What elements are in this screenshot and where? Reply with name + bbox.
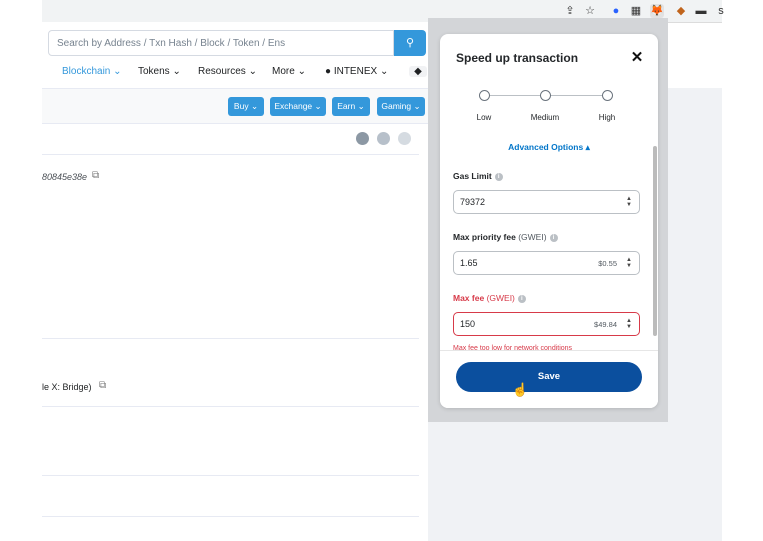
bridge-label: le X: Bridge) bbox=[42, 382, 92, 392]
speed-label-high: High bbox=[598, 113, 616, 122]
row-divider bbox=[42, 338, 419, 339]
page-dot-3[interactable] bbox=[398, 132, 411, 145]
nav-more[interactable]: More ⌄ bbox=[272, 66, 306, 77]
metamask-fox-icon[interactable]: 🦊 bbox=[650, 4, 664, 18]
row-divider bbox=[42, 154, 419, 155]
footer-divider bbox=[440, 350, 658, 351]
earn-button[interactable]: Earn ⌄ bbox=[332, 97, 370, 116]
close-icon[interactable]: ✕ bbox=[629, 48, 645, 66]
speed-radio-high[interactable] bbox=[602, 90, 613, 101]
caret-up-icon: ▴ bbox=[585, 142, 590, 152]
modal-scrollbar[interactable] bbox=[653, 146, 657, 336]
page-dot-2[interactable] bbox=[377, 132, 390, 145]
explorer-page: Search by Address / Txn Hash / Block / T… bbox=[42, 22, 428, 541]
max-fee-label: Max fee (GWEI) i bbox=[453, 293, 526, 303]
stepper-icon[interactable]: ▲ ▼ bbox=[626, 196, 632, 208]
extension-s-icon[interactable]: s bbox=[714, 4, 728, 18]
priority-fee-field[interactable]: 1.65 $0.55 ▲ ▼ bbox=[453, 251, 640, 275]
buy-button[interactable]: Buy ⌄ bbox=[228, 97, 264, 116]
info-icon[interactable]: i bbox=[494, 172, 503, 181]
search-input[interactable]: Search by Address / Txn Hash / Block / T… bbox=[48, 30, 394, 56]
user-icon: ● bbox=[325, 66, 332, 77]
nav-blockchain[interactable]: Blockchain ⌄ bbox=[62, 66, 122, 77]
save-button[interactable]: Save bbox=[456, 362, 642, 392]
speed-up-modal: Speed up transaction ✕ Low Medium High A… bbox=[440, 34, 658, 408]
search-button[interactable]: ⚲ bbox=[394, 30, 426, 56]
extension-qr-icon[interactable]: ▦ bbox=[629, 4, 643, 18]
share-icon[interactable]: ⇪ bbox=[563, 4, 577, 18]
priority-fee-label: Max priority fee (GWEI) i bbox=[453, 232, 558, 242]
speed-label-medium: Medium bbox=[530, 113, 560, 122]
modal-title: Speed up transaction bbox=[456, 51, 579, 65]
nav-resources[interactable]: Resources ⌄ bbox=[198, 66, 257, 77]
star-icon[interactable]: ☆ bbox=[583, 4, 597, 18]
page-dot-1[interactable] bbox=[356, 132, 369, 145]
extension-dark-icon[interactable]: ▬ bbox=[694, 4, 708, 18]
max-fee-field[interactable]: 150 $49.84 ▲ ▼ bbox=[453, 312, 640, 336]
info-icon[interactable]: i bbox=[549, 233, 558, 242]
gaming-button[interactable]: Gaming ⌄ bbox=[377, 97, 425, 116]
copy-icon[interactable]: ⧉ bbox=[92, 170, 99, 181]
gas-limit-field[interactable]: 79372 ▲ ▼ bbox=[453, 190, 640, 214]
extension-blue-icon[interactable]: ● bbox=[609, 4, 623, 18]
row-divider bbox=[42, 406, 419, 407]
hand-cursor-icon: ☝ bbox=[512, 382, 529, 397]
gas-limit-label: Gas Limit i bbox=[453, 171, 503, 181]
search-icon: ⚲ bbox=[405, 37, 415, 49]
info-icon[interactable]: i bbox=[517, 294, 526, 303]
nav-tokens[interactable]: Tokens ⌄ bbox=[138, 66, 181, 77]
row-divider bbox=[42, 475, 419, 476]
copy-icon[interactable]: ⧉ bbox=[99, 380, 106, 391]
advanced-options-toggle[interactable]: Advanced Options ▴ bbox=[440, 142, 658, 153]
speed-label-low: Low bbox=[476, 113, 492, 122]
speed-radio-low[interactable] bbox=[479, 90, 490, 101]
speed-radio-medium[interactable] bbox=[540, 90, 551, 101]
extension-badge-icon[interactable]: ◆ bbox=[674, 4, 688, 18]
tx-hash: 80845e38e bbox=[42, 172, 88, 182]
row-divider bbox=[42, 516, 419, 517]
stepper-icon[interactable]: ▲ ▼ bbox=[626, 318, 632, 330]
exchange-button[interactable]: Exchange ⌄ bbox=[270, 97, 326, 116]
stepper-icon[interactable]: ▲ ▼ bbox=[626, 257, 632, 269]
nav-intenex[interactable]: ● INTENEX ⌄ bbox=[325, 66, 388, 77]
ethereum-icon[interactable]: ◆ bbox=[409, 66, 427, 77]
